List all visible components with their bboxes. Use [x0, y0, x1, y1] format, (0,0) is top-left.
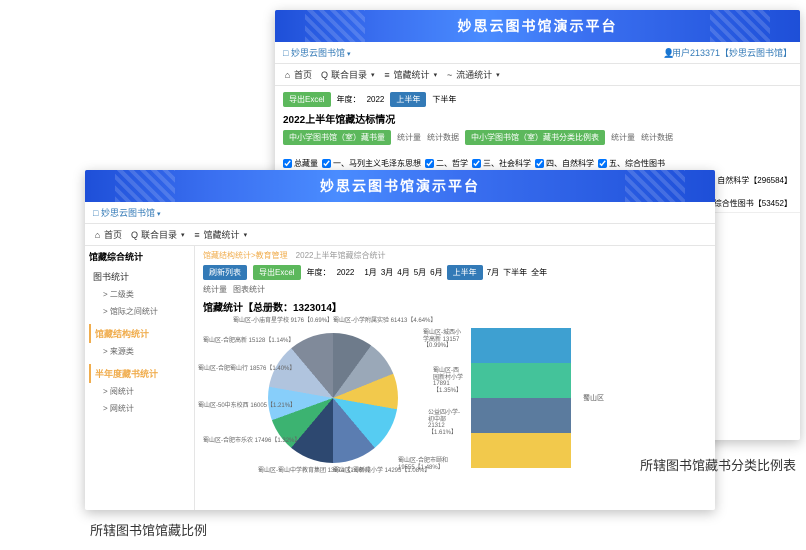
month-link[interactable]: 7月	[487, 268, 499, 277]
year-value: 2022	[337, 268, 355, 277]
pie-label: 蜀山区-合肥高新 15128【1.14%】	[203, 338, 294, 345]
sidebar-item[interactable]: > 馆际之间统计	[89, 303, 190, 320]
export-button[interactable]: 导出Excel	[253, 265, 301, 280]
nav-union[interactable]: Q联合目录	[320, 68, 375, 81]
tab-1[interactable]: 中小学图书馆（室）藏书量	[283, 130, 391, 145]
pie-label: 蜀山区-蜀山中学教育集团 13974【1.06%】	[258, 468, 373, 475]
nav-home[interactable]: ⌂首页	[283, 68, 312, 81]
category-checkbox[interactable]: 二、哲学	[425, 158, 468, 169]
heading: 2022上半年馆藏达标情况	[283, 111, 792, 126]
pie-label: 蜀山区-西园新村小学 17891【1.35%】	[433, 368, 463, 394]
topbar: □ 妙思云图书馆	[85, 202, 715, 224]
library-selector[interactable]: □ 妙思云图书馆	[93, 206, 160, 219]
navbar: ⌂首页 Q联合目录 ≡馆藏统计 ~流通统计	[275, 64, 800, 86]
home-icon: ⌂	[283, 70, 292, 80]
tab-2[interactable]: 统计量	[397, 132, 421, 143]
refresh-button[interactable]: 刷新列表	[203, 265, 247, 280]
category-checkbox[interactable]: 三、社会科学	[472, 158, 531, 169]
half1-button[interactable]: 上半年	[390, 92, 426, 107]
nav-home[interactable]: ⌂首页	[93, 228, 122, 241]
pie-label: 公益四小学-初中部 21312【1.61%】	[428, 410, 463, 436]
user-info[interactable]: 👤用户213371【妙思云图书馆】	[663, 46, 792, 59]
search-icon: Q	[320, 70, 329, 80]
main-content: 馆藏结构统计>教育管理 2022上半年馆藏综合统计 刷新列表 导出Excel 年…	[195, 246, 715, 510]
sidebar: 馆藏综合统计 图书统计> 二级类> 馆际之间统计馆藏结构统计> 来源类半年度藏书…	[85, 246, 195, 510]
banner-title: 妙思云图书馆演示平台	[320, 176, 480, 196]
sidebar-item[interactable]: 图书统计	[89, 267, 190, 286]
sidebar-title: 馆藏综合统计	[89, 250, 190, 263]
search-icon: Q	[130, 230, 139, 240]
banner: 妙思云图书馆演示平台	[85, 170, 715, 202]
pie-label: 蜀山区-城西小学高新 13157【0.99%】	[423, 330, 463, 350]
chart-icon: ≡	[383, 70, 392, 80]
category-checkbox[interactable]: 四、自然科学	[535, 158, 594, 169]
front-window: 妙思云图书馆演示平台 □ 妙思云图书馆 ⌂首页 Q联合目录 ≡馆藏统计 馆藏综合…	[85, 170, 715, 510]
nav-union[interactable]: Q联合目录	[130, 228, 185, 241]
caption-2: 所辖图书馆藏书分类比例表	[640, 455, 796, 474]
month-link[interactable]: 1月	[364, 268, 376, 277]
tab-4[interactable]: 中小学图书馆（室）藏书分类比例表	[465, 130, 605, 145]
year-label: 年度：	[337, 94, 361, 105]
tab-3[interactable]: 统计数据	[427, 132, 459, 143]
caption-1: 所辖图书馆馆藏比例	[90, 520, 207, 539]
trend-icon: ~	[445, 70, 454, 80]
topbar: □ 妙思云图书馆 👤用户213371【妙思云图书馆】	[275, 42, 800, 64]
category-checkbox[interactable]: 总藏量	[283, 158, 318, 169]
sidebar-item[interactable]: 半年度藏书统计	[89, 364, 190, 383]
breadcrumb: 馆藏结构统计>教育管理 2022上半年馆藏综合统计	[203, 250, 707, 261]
library-selector[interactable]: □ 妙思云图书馆	[283, 46, 350, 59]
month-link[interactable]: 3月	[381, 268, 393, 277]
category-checkbox[interactable]: 一、马列主义毛泽东思想	[322, 158, 421, 169]
half2-button[interactable]: 下半年	[432, 94, 456, 105]
nav-circ[interactable]: ~流通统计	[445, 68, 500, 81]
nav-collection[interactable]: ≡馆藏统计	[193, 228, 248, 241]
pie-label: 蜀山区-合肥蜀山行 18576【1.40%】	[198, 366, 295, 373]
nav-collection[interactable]: ≡馆藏统计	[383, 68, 438, 81]
year-value: 2022	[367, 95, 385, 104]
pie-label: 蜀山区-小学附属实验 61413【4.64%】	[333, 318, 436, 325]
banner-title: 妙思云图书馆演示平台	[458, 16, 618, 36]
sidebar-item[interactable]: > 网统计	[89, 400, 190, 417]
tab-chart[interactable]: 图表统计	[233, 284, 265, 295]
user-icon: 👤	[663, 48, 672, 59]
all-year[interactable]: 全年	[531, 268, 547, 277]
category-checkbox[interactable]: 五、综合性图书	[598, 158, 665, 169]
legend-label: 蜀山区	[583, 393, 604, 403]
home-icon: ⌂	[93, 230, 102, 240]
banner: 妙思云图书馆演示平台	[275, 10, 800, 42]
sidebar-item[interactable]: 馆藏结构统计	[89, 324, 190, 343]
sidebar-item[interactable]: > 阅统计	[89, 383, 190, 400]
pie-label: 蜀山区-50中东校西 16005【1.21%】	[198, 403, 296, 410]
pie-label: 蜀山区-合肥市乐农 17496【1.32%】	[203, 438, 300, 445]
month-link[interactable]: 4月	[397, 268, 409, 277]
half2-button[interactable]: 下半年	[503, 268, 527, 277]
tab-5[interactable]: 统计量	[611, 132, 635, 143]
pie-chart: 蜀山区-小庙育星学校 9176【0.69%】蜀山区-小学附属实验 61413【4…	[203, 318, 463, 478]
legend-block	[471, 328, 571, 468]
pie-label: 蜀山区-小庙育星学校 9176【0.69%】	[233, 318, 333, 325]
tab-stats[interactable]: 统计量	[203, 284, 227, 295]
total-row: 馆藏统计【总册数：1323014】	[203, 299, 707, 314]
half1-button[interactable]: 上半年	[447, 265, 483, 280]
month-link[interactable]: 5月	[414, 268, 426, 277]
year-label: 年度：	[307, 267, 331, 278]
sidebar-item[interactable]: > 二级类	[89, 286, 190, 303]
month-link[interactable]: 6月	[430, 268, 442, 277]
tab-6[interactable]: 统计数据	[641, 132, 673, 143]
navbar: ⌂首页 Q联合目录 ≡馆藏统计	[85, 224, 715, 246]
export-button[interactable]: 导出Excel	[283, 92, 331, 107]
chart-icon: ≡	[193, 230, 202, 240]
sidebar-item[interactable]: > 来源类	[89, 343, 190, 360]
